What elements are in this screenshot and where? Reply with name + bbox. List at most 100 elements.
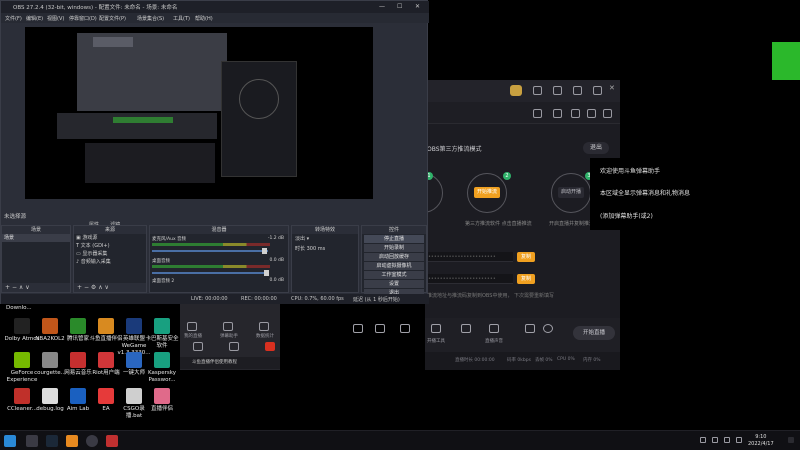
replay-buffer-button[interactable]: 启动回放缓存 [364, 253, 424, 261]
tray-icon[interactable] [712, 437, 718, 443]
move-down-icon[interactable]: ∨ [105, 284, 109, 291]
source-item[interactable]: ▭ 显示器采集 [74, 250, 146, 258]
mixer-channel: 桌面音频 2 0.0 dB [152, 278, 288, 288]
taskbar-clock[interactable]: 9:10 2022/4/17 [748, 434, 774, 448]
volume-icon[interactable] [736, 437, 742, 443]
list-icon[interactable] [571, 109, 580, 118]
remove-source-icon[interactable]: − [84, 284, 89, 291]
menu-docks[interactable]: 停靠窗口(D) [69, 15, 97, 22]
mic-icon[interactable] [461, 324, 471, 333]
room-settings-icon[interactable] [353, 324, 363, 333]
gift-icon[interactable] [533, 109, 542, 118]
shop-icon[interactable] [553, 109, 562, 118]
volume-slider[interactable] [152, 272, 268, 274]
source-item[interactable]: T 文本 (GDI+) [74, 242, 146, 250]
virtual-camera-button[interactable]: 启动虚拟摄像机 [364, 262, 424, 270]
notification-icon[interactable] [788, 437, 794, 443]
transition-duration[interactable]: 时长 300 ms [292, 244, 358, 254]
studio-mode-button[interactable]: 工作室模式 [364, 271, 424, 279]
advanced-settings-icon[interactable] [375, 324, 385, 333]
eye-icon[interactable] [525, 324, 535, 333]
menu-file[interactable]: 文件(F) [5, 15, 22, 22]
mini-item[interactable] [190, 342, 206, 351]
app-icon[interactable] [106, 435, 118, 447]
network-icon[interactable] [724, 437, 730, 443]
mini-item[interactable]: 弹幕助手 [220, 322, 238, 339]
settings-button[interactable]: 设置 [364, 280, 424, 288]
anchor-data-icon[interactable] [431, 324, 441, 333]
tutorial-banner[interactable]: 斗鱼直播伴侣使用教程 [180, 357, 280, 369]
channel-db: -1.2 dB [267, 236, 284, 241]
share-icon[interactable] [603, 109, 612, 118]
start-live-main-button[interactable]: 开始直播 [573, 326, 615, 340]
bell-icon[interactable] [587, 109, 596, 118]
settings-icon[interactable] [573, 86, 582, 95]
mini-item[interactable]: 数据统计 [256, 322, 274, 339]
scenes-dock-title: 场景 [2, 226, 70, 234]
mini-item[interactable] [226, 342, 242, 351]
menu-tools[interactable]: 工具(T) [173, 15, 190, 22]
push-url-field[interactable]: •••••••••••••••••••••••• [425, 252, 513, 262]
menu-help[interactable]: 帮助(H) [195, 15, 213, 22]
channel-db: 0.0 dB [269, 278, 284, 283]
copy-url-button[interactable]: 复制 [517, 252, 535, 262]
nested-capture [85, 143, 215, 183]
menu-profile[interactable]: 配置文件(P) [99, 15, 126, 22]
menu-view[interactable]: 视图(V) [47, 15, 64, 22]
close-icon[interactable]: ✕ [609, 84, 618, 93]
rec-time: REC: 00:00:00 [241, 296, 277, 302]
remove-scene-icon[interactable]: − [12, 284, 17, 291]
volume-knob[interactable] [262, 248, 267, 254]
start-live-button[interactable]: 启动开播 [558, 187, 584, 198]
minimize-icon[interactable]: — [379, 3, 385, 10]
skin-icon[interactable] [533, 86, 542, 95]
start-recording-button[interactable]: 开始录制 [364, 244, 424, 252]
exit-mode-button[interactable]: 退出 [583, 142, 609, 154]
volume-slider[interactable] [152, 250, 268, 252]
room-manage-icon[interactable] [400, 324, 410, 333]
desktop-icon-label: 卡巴斯基安全软件 [145, 336, 179, 349]
windows-start-icon[interactable] [4, 435, 16, 447]
desktop-icon[interactable]: Kaspersky Passwor... [144, 352, 180, 384]
message-icon[interactable] [553, 86, 562, 95]
gear-icon[interactable] [543, 324, 553, 333]
search-icon[interactable] [26, 435, 38, 447]
mini-item[interactable]: 我的直播 [184, 322, 202, 339]
copy-key-button[interactable]: 复制 [517, 274, 535, 284]
tray-icon[interactable] [700, 437, 706, 443]
obs-icon[interactable] [86, 435, 98, 447]
source-settings-icon[interactable]: ⚙ [91, 284, 96, 291]
no-source-selected: 未选择源 [4, 214, 27, 220]
minimize-icon[interactable] [593, 86, 602, 95]
downloads-folder-label[interactable]: Downlo... [6, 305, 32, 311]
menu-edit[interactable]: 编辑(E) [26, 15, 43, 22]
volume-icon[interactable] [489, 324, 499, 333]
desktop-icon[interactable]: 卡巴斯基安全软件 [144, 318, 180, 350]
close-icon[interactable]: ✕ [415, 3, 420, 10]
move-down-icon[interactable]: ∨ [25, 284, 29, 291]
obs-preview[interactable] [25, 27, 373, 199]
volume-knob[interactable] [264, 270, 269, 276]
maximize-icon[interactable]: ☐ [397, 3, 402, 10]
mini-item[interactable] [262, 342, 278, 351]
move-up-icon[interactable]: ∧ [19, 284, 23, 291]
menu-scene-collection[interactable]: 场景集合(S) [137, 15, 164, 22]
scene-item[interactable]: 场景 [2, 234, 70, 242]
stop-streaming-button[interactable]: 停止直播 [364, 235, 424, 243]
douyu-icon[interactable] [66, 435, 78, 447]
app-icon [98, 352, 114, 368]
source-item[interactable]: ♪ 音频输入采集 [74, 258, 146, 266]
add-scene-icon[interactable]: + [5, 284, 10, 291]
scenes-dock: 场景 场景 + − ∧ ∨ [1, 225, 71, 293]
push-key-field[interactable]: •••••••••••••••••••••••• [425, 274, 513, 284]
move-up-icon[interactable]: ∧ [98, 284, 102, 291]
transition-select[interactable]: 淡出 ▾ [292, 234, 358, 244]
mixer-dock-title: 混音器 [150, 226, 288, 234]
desktop-icon[interactable]: 直播伴侣 [144, 388, 180, 413]
add-source-icon[interactable]: + [77, 284, 82, 291]
source-item[interactable]: ▣ 游戏源 [74, 234, 146, 242]
steam-icon[interactable] [46, 435, 58, 447]
controls-dock: 控件 停止直播 开始录制 启动回放缓存 启动虚拟摄像机 工作室模式 设置 退出 [361, 225, 427, 297]
start-push-button[interactable]: 开始推流 [474, 187, 500, 198]
nested-capture [239, 79, 279, 119]
